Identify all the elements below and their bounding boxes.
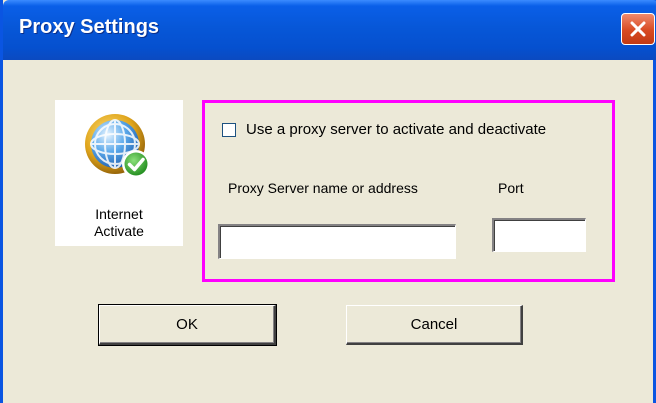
app-label: Internet Activate bbox=[55, 206, 183, 240]
proxy-server-input[interactable] bbox=[218, 224, 456, 259]
use-proxy-label[interactable]: Use a proxy server to activate and deact… bbox=[246, 121, 546, 138]
proxy-server-label: Proxy Server name or address bbox=[228, 180, 418, 196]
close-button[interactable] bbox=[621, 13, 655, 45]
port-input[interactable] bbox=[492, 218, 586, 252]
app-label-line2: Activate bbox=[94, 223, 144, 239]
port-label: Port bbox=[498, 180, 524, 196]
title-bar[interactable]: Proxy Settings bbox=[3, 0, 656, 60]
cancel-button-label: Cancel bbox=[410, 316, 458, 333]
ok-button-label: OK bbox=[176, 316, 198, 333]
globe-check-icon bbox=[85, 114, 150, 178]
cancel-button[interactable]: Cancel bbox=[346, 305, 523, 345]
window-title: Proxy Settings bbox=[19, 16, 160, 38]
app-icon-panel: Internet Activate bbox=[55, 100, 183, 246]
ok-button[interactable]: OK bbox=[98, 304, 277, 346]
use-proxy-checkbox[interactable] bbox=[222, 123, 236, 137]
app-label-line1: Internet bbox=[95, 206, 143, 222]
close-icon bbox=[630, 21, 646, 37]
